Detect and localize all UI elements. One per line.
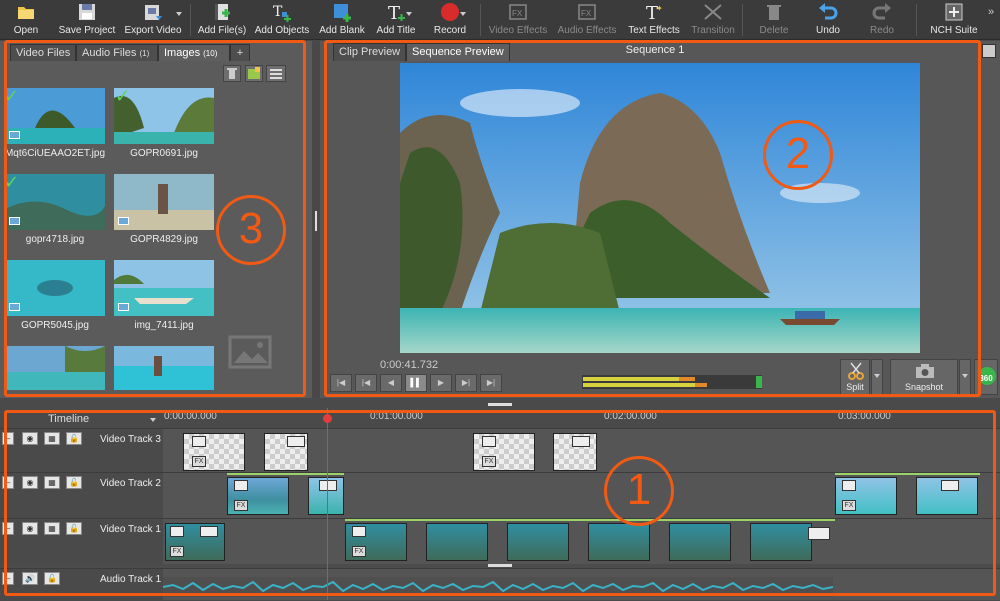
add-blank-button[interactable]: Add Blank — [316, 0, 368, 40]
open-button[interactable]: Open — [2, 0, 50, 40]
transition-button[interactable]: Transition — [688, 0, 738, 40]
text-effects-button[interactable]: T ✦ Text Effects — [624, 0, 684, 40]
callout-number-1: 1 — [604, 456, 674, 526]
splitter-grip — [315, 211, 317, 231]
transition-icon — [704, 4, 722, 20]
trash-icon — [767, 5, 781, 20]
callout-number-2: 2 — [763, 120, 833, 190]
record-icon — [441, 3, 459, 21]
svg-text:T: T — [388, 3, 400, 22]
video-effects-button[interactable]: FX Video Effects — [486, 0, 550, 40]
add-files-button[interactable]: Add File(s) — [194, 0, 250, 40]
callout-number-3: 3 — [216, 195, 286, 265]
audio-effects-button[interactable]: FX Audio Effects — [554, 0, 620, 40]
export-video-icon — [145, 5, 162, 20]
text-effects-icon: T✦ — [646, 3, 663, 22]
add-objects-button[interactable]: T Add Objects — [252, 0, 312, 40]
save-icon — [79, 4, 95, 20]
callout-frame-timeline — [4, 410, 996, 596]
redo-button[interactable]: Redo — [860, 0, 904, 40]
toolbar-separator — [480, 4, 481, 36]
toolbar-overflow-icon[interactable]: » — [988, 6, 994, 18]
horizontal-splitter-grip[interactable] — [488, 403, 512, 406]
svg-text:T: T — [273, 4, 283, 20]
nch-suite-button[interactable]: NCH Suite — [926, 0, 982, 40]
undo-icon — [819, 3, 838, 20]
toolbar-separator — [190, 4, 191, 36]
add-files-icon — [215, 4, 230, 20]
detach-preview-icon[interactable] — [982, 44, 996, 58]
record-dropdown-caret[interactable] — [460, 12, 466, 16]
record-button[interactable]: Record — [428, 0, 472, 40]
panel-splitter[interactable] — [312, 41, 320, 398]
audio-effects-icon: FX — [578, 4, 596, 20]
export-video-button[interactable]: Export Video — [122, 0, 184, 40]
add-objects-icon: T — [273, 4, 291, 22]
svg-text:✦: ✦ — [656, 4, 663, 13]
toolbar-separator — [916, 4, 917, 36]
undo-button[interactable]: Undo — [806, 0, 850, 40]
redo-icon — [872, 3, 891, 20]
nch-suite-icon — [945, 3, 963, 21]
folder-icon — [18, 7, 34, 19]
delete-button[interactable]: Delete — [752, 0, 796, 40]
toolbar-separator — [742, 4, 743, 36]
add-blank-icon — [334, 4, 351, 22]
main-toolbar: Open Save Project Export Video Add File(… — [0, 0, 1000, 40]
svg-text:FX: FX — [581, 9, 592, 18]
export-dropdown-caret[interactable] — [176, 12, 182, 16]
save-project-button[interactable]: Save Project — [52, 0, 122, 40]
video-effects-icon: FX — [509, 4, 527, 20]
svg-text:FX: FX — [512, 9, 523, 18]
add-title-icon: T — [388, 3, 405, 22]
add-title-dropdown-caret[interactable] — [406, 12, 412, 16]
callout-frame-preview — [324, 40, 981, 397]
add-title-button[interactable]: T Add Title — [372, 0, 420, 40]
